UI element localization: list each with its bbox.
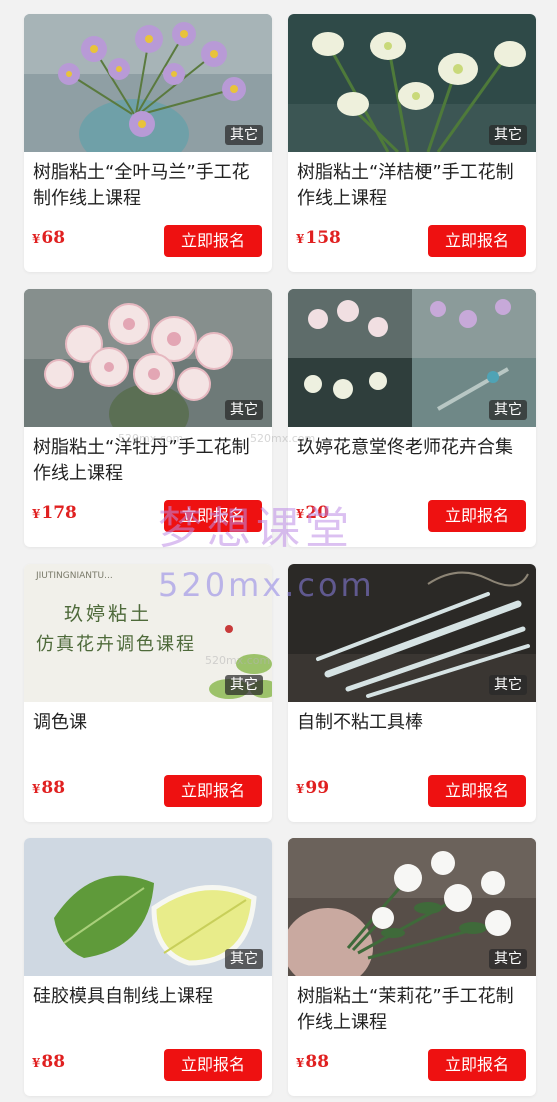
course-price: ¥99 [296,778,330,798]
enroll-button[interactable]: 立即报名 [164,500,262,532]
course-card[interactable]: 其它 自制不粘工具棒 ¥99 立即报名 [288,564,536,822]
course-card[interactable]: 其它 树脂粘土“茉莉花”手工花制作线上课程 ¥88 立即报名 [288,838,536,1096]
poster-line1: 玖婷粘土 [64,603,152,625]
course-price: ¥88 [32,778,66,798]
category-tag: 其它 [225,400,263,420]
course-title[interactable]: 硅胶模具自制线上课程 [33,984,263,1010]
enroll-button[interactable]: 立即报名 [428,225,526,257]
course-grid: 其它 树脂粘土“全叶马兰”手工花制作线上课程 ¥68 立即报名 其它 树脂粘土“… [0,0,557,1102]
category-tag: 其它 [225,949,263,969]
course-price: ¥20 [296,503,330,523]
category-tag: 其它 [225,675,263,695]
course-card[interactable]: 其它 硅胶模具自制线上课程 ¥88 立即报名 [24,838,272,1096]
category-tag: 其它 [225,125,263,145]
course-thumbnail[interactable]: 其它 [24,14,272,152]
course-thumbnail[interactable]: 其它 [24,289,272,427]
course-thumbnail[interactable]: JIUTINGNIANTU... 玖婷粘土 仿真花卉调色课程 其它 [24,564,272,702]
course-card[interactable]: 其它 树脂粘土“洋牡丹”手工花制作线上课程 ¥178 立即报名 [24,289,272,547]
course-title[interactable]: 树脂粘土“洋桔梗”手工花制作线上课程 [297,160,527,212]
category-tag: 其它 [489,949,527,969]
course-card[interactable]: 其它 树脂粘土“洋桔梗”手工花制作线上课程 ¥158 立即报名 [288,14,536,272]
enroll-button[interactable]: 立即报名 [164,775,262,807]
category-tag: 其它 [489,675,527,695]
course-card[interactable]: 其它 玖婷花意堂佟老师花卉合集 ¥20 立即报名 [288,289,536,547]
enroll-button[interactable]: 立即报名 [428,500,526,532]
enroll-button[interactable]: 立即报名 [164,225,262,257]
enroll-button[interactable]: 立即报名 [428,1049,526,1081]
course-title[interactable]: 树脂粘土“全叶马兰”手工花制作线上课程 [33,160,263,212]
enroll-button[interactable]: 立即报名 [164,1049,262,1081]
category-tag: 其它 [489,400,527,420]
course-title[interactable]: 自制不粘工具棒 [297,710,527,736]
course-thumbnail[interactable]: 其它 [288,838,536,976]
course-title[interactable]: 树脂粘土“洋牡丹”手工花制作线上课程 [33,435,263,487]
category-tag: 其它 [489,125,527,145]
course-thumbnail[interactable]: 其它 [288,289,536,427]
poster-line2: 仿真花卉调色课程 [36,634,196,655]
course-price: ¥88 [296,1052,330,1072]
course-price: ¥68 [32,228,66,248]
course-thumbnail[interactable]: 其它 [288,564,536,702]
course-title[interactable]: 树脂粘土“茉莉花”手工花制作线上课程 [297,984,527,1036]
course-price: ¥158 [296,228,341,248]
course-card[interactable]: JIUTINGNIANTU... 玖婷粘土 仿真花卉调色课程 其它 调色课 ¥8… [24,564,272,822]
enroll-button[interactable]: 立即报名 [428,775,526,807]
course-title[interactable]: 调色课 [33,710,263,736]
course-card[interactable]: 其它 树脂粘土“全叶马兰”手工花制作线上课程 ¥68 立即报名 [24,14,272,272]
course-thumbnail[interactable]: 其它 [24,838,272,976]
course-title[interactable]: 玖婷花意堂佟老师花卉合集 [297,435,527,461]
poster-pinyin: JIUTINGNIANTU... [35,571,113,581]
course-thumbnail[interactable]: 其它 [288,14,536,152]
course-price: ¥178 [32,503,77,523]
course-price: ¥88 [32,1052,66,1072]
